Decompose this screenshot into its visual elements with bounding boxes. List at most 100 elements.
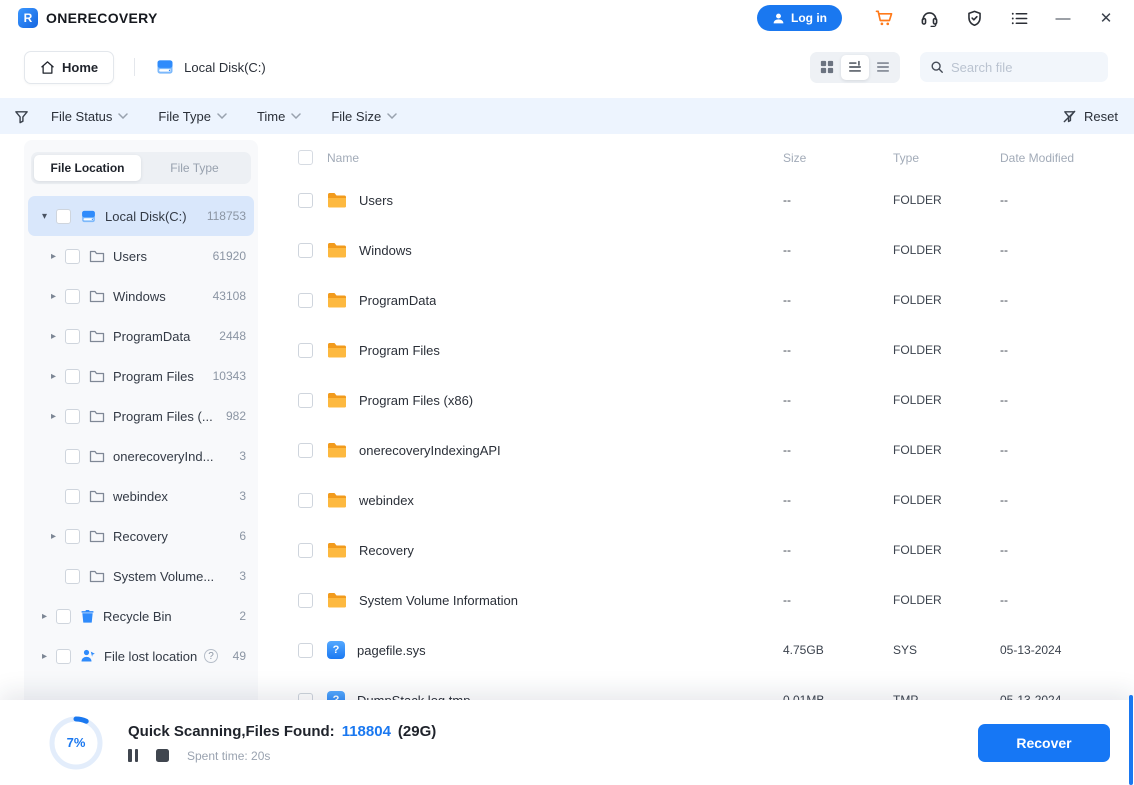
file-name: Recovery	[359, 543, 414, 558]
file-type: FOLDER	[893, 593, 1000, 607]
cart-icon[interactable]	[873, 7, 895, 29]
tree-item-file-lost-location[interactable]: ▸ File lost location ? 49	[28, 636, 254, 676]
sidebar: File Location File Type ▾ Local Disk(C:)…	[24, 140, 258, 785]
tree-checkbox[interactable]	[65, 409, 80, 424]
tree-checkbox[interactable]	[56, 609, 71, 624]
expand-arrow-icon[interactable]: ▸	[51, 411, 64, 422]
column-header-type[interactable]: Type	[893, 151, 1000, 165]
filter-time[interactable]: Time	[257, 109, 301, 124]
pause-button[interactable]	[128, 749, 138, 762]
table-row[interactable]: Users -- FOLDER --	[290, 175, 1110, 225]
tree-checkbox[interactable]	[65, 289, 80, 304]
column-header-size[interactable]: Size	[783, 151, 893, 165]
tree-checkbox[interactable]	[56, 649, 71, 664]
tree-checkbox[interactable]	[56, 209, 71, 224]
row-checkbox[interactable]	[298, 493, 313, 508]
row-checkbox[interactable]	[298, 443, 313, 458]
scrollbar-thumb[interactable]	[1129, 695, 1133, 785]
table-row[interactable]: Recovery -- FOLDER --	[290, 525, 1110, 575]
tree-checkbox[interactable]	[65, 529, 80, 544]
table-row[interactable]: Program Files (x86) -- FOLDER --	[290, 375, 1110, 425]
tab-file-type[interactable]: File Type	[141, 155, 248, 181]
tree-checkbox[interactable]	[65, 369, 80, 384]
reset-filters-button[interactable]: Reset	[1062, 109, 1118, 124]
tree-item-webindex[interactable]: webindex 3	[28, 476, 254, 516]
search-box[interactable]	[920, 52, 1108, 82]
tree-item-recovery[interactable]: ▸ Recovery 6	[28, 516, 254, 556]
table-row[interactable]: Program Files -- FOLDER --	[290, 325, 1110, 375]
table-row[interactable]: ? pagefile.sys 4.75GB SYS 05-13-2024	[290, 625, 1110, 675]
tree-item-windows[interactable]: ▸ Windows 43108	[28, 276, 254, 316]
expand-arrow-icon[interactable]: ▸	[42, 651, 55, 662]
file-size: --	[783, 193, 893, 207]
tree-item-count: 3	[228, 569, 246, 583]
tree-item-count: 61920	[213, 249, 246, 263]
expand-arrow-icon[interactable]: ▸	[51, 531, 64, 542]
file-size: --	[783, 243, 893, 257]
folder-icon	[327, 242, 347, 258]
row-checkbox[interactable]	[298, 343, 313, 358]
search-input[interactable]	[951, 60, 1098, 75]
table-row[interactable]: onerecoveryIndexingAPI -- FOLDER --	[290, 425, 1110, 475]
filter-label: Time	[257, 109, 285, 124]
filter-reset-icon	[1062, 109, 1077, 124]
tree-checkbox[interactable]	[65, 489, 80, 504]
column-header-name[interactable]: Name	[327, 151, 783, 165]
file-type: FOLDER	[893, 543, 1000, 557]
minimize-button[interactable]: —	[1053, 11, 1073, 26]
tree-item-local-disk-c[interactable]: ▾ Local Disk(C:) 118753	[28, 196, 254, 236]
system-file-icon: ?	[327, 641, 345, 659]
help-icon[interactable]: ?	[204, 649, 218, 663]
expand-arrow-icon[interactable]: ▸	[51, 331, 64, 342]
tree-item-users[interactable]: ▸ Users 61920	[28, 236, 254, 276]
expand-arrow-icon[interactable]: ▸	[42, 611, 55, 622]
tree-item-recycle-bin[interactable]: ▸ Recycle Bin 2	[28, 596, 254, 636]
tree-item-label: Program Files (...	[113, 409, 220, 424]
filter-bar: File Status File Type Time File Size Res…	[0, 98, 1134, 134]
expand-arrow-icon[interactable]: ▸	[51, 251, 64, 262]
expand-arrow-icon[interactable]: ▸	[51, 291, 64, 302]
row-checkbox[interactable]	[298, 243, 313, 258]
login-button[interactable]: Log in	[757, 5, 842, 31]
security-shield-icon[interactable]	[963, 7, 985, 29]
select-all-checkbox[interactable]	[298, 150, 313, 165]
table-row[interactable]: Windows -- FOLDER --	[290, 225, 1110, 275]
support-headset-icon[interactable]	[918, 7, 940, 29]
recover-button[interactable]: Recover	[978, 724, 1110, 762]
tree-checkbox[interactable]	[65, 249, 80, 264]
row-checkbox[interactable]	[298, 193, 313, 208]
folder-icon	[89, 449, 105, 463]
tree-item-onerecoveryind[interactable]: onerecoveryInd... 3	[28, 436, 254, 476]
grid-view-button[interactable]	[813, 55, 841, 80]
tab-file-location[interactable]: File Location	[34, 155, 141, 181]
column-header-date[interactable]: Date Modified	[1000, 151, 1110, 165]
table-row[interactable]: System Volume Information -- FOLDER --	[290, 575, 1110, 625]
filter-file-type[interactable]: File Type	[158, 109, 227, 124]
tree-item-program-files[interactable]: ▸ Program Files (... 982	[28, 396, 254, 436]
row-checkbox[interactable]	[298, 293, 313, 308]
tree-checkbox[interactable]	[65, 329, 80, 344]
close-button[interactable]: ✕	[1096, 11, 1116, 26]
tree-checkbox[interactable]	[65, 449, 80, 464]
tree-item-programdata[interactable]: ▸ ProgramData 2448	[28, 316, 254, 356]
home-button[interactable]: Home	[24, 51, 114, 84]
list-view-button[interactable]	[869, 55, 897, 80]
menu-list-icon[interactable]	[1008, 7, 1030, 29]
tree-item-system-volume[interactable]: System Volume... 3	[28, 556, 254, 596]
expand-arrow-icon[interactable]: ▸	[51, 371, 64, 382]
row-checkbox[interactable]	[298, 593, 313, 608]
filter-file-size[interactable]: File Size	[331, 109, 397, 124]
tree-item-program-files[interactable]: ▸ Program Files 10343	[28, 356, 254, 396]
detail-list-view-button[interactable]	[841, 55, 869, 80]
filter-file-status[interactable]: File Status	[51, 109, 128, 124]
stop-button[interactable]	[156, 749, 169, 762]
filter-funnel-icon[interactable]	[14, 109, 29, 124]
row-checkbox[interactable]	[298, 393, 313, 408]
expand-arrow-icon[interactable]: ▾	[42, 211, 55, 222]
table-row[interactable]: ProgramData -- FOLDER --	[290, 275, 1110, 325]
table-header: Name Size Type Date Modified	[290, 140, 1110, 175]
table-row[interactable]: webindex -- FOLDER --	[290, 475, 1110, 525]
tree-checkbox[interactable]	[65, 569, 80, 584]
row-checkbox[interactable]	[298, 643, 313, 658]
row-checkbox[interactable]	[298, 543, 313, 558]
